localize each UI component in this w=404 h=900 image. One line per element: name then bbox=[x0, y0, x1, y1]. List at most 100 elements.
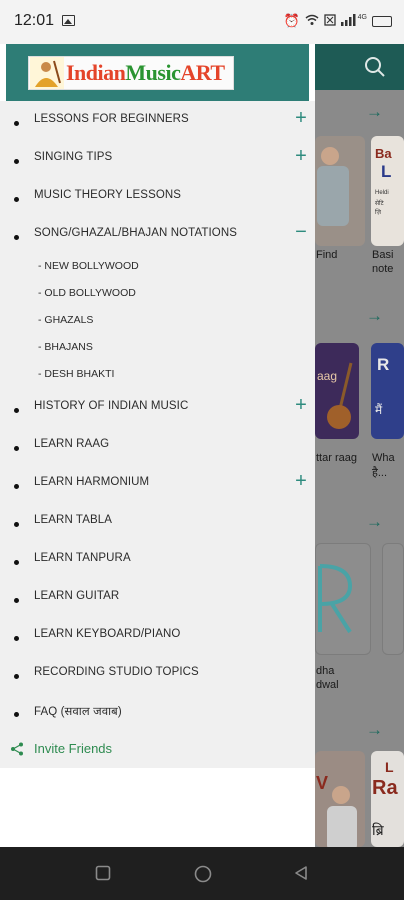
share-icon bbox=[11, 742, 23, 756]
status-icons: ⏰ 4G bbox=[283, 13, 392, 29]
menu-item-label: LEARN TABLA bbox=[34, 514, 113, 526]
menu-item-label: LESSONS FOR BEGINNERS bbox=[34, 113, 189, 125]
thumb-text: L bbox=[385, 759, 394, 775]
submenu-item-new-bollywood[interactable]: - NEW BOLLYWOOD bbox=[0, 253, 315, 280]
expand-plus-icon[interactable]: + bbox=[294, 146, 308, 166]
menu-item-label: MUSIC THEORY LESSONS bbox=[34, 189, 182, 201]
thumb-text: V bbox=[316, 773, 329, 793]
thumb-find bbox=[315, 136, 365, 246]
bullet-icon bbox=[14, 484, 19, 489]
thumb-text: सेटि bbox=[375, 201, 384, 207]
thumb-text: मैं bbox=[375, 403, 383, 417]
see-more-arrow-icon: → bbox=[366, 512, 383, 531]
bullet-icon bbox=[14, 408, 19, 413]
drawer-header: IndianMusicART bbox=[6, 44, 309, 101]
status-bar: 12:01 ⏰ 4G bbox=[0, 0, 404, 44]
thumb-text: ब्रि bbox=[372, 822, 384, 838]
bullet-icon bbox=[14, 674, 19, 679]
logo-musician-icon bbox=[30, 57, 64, 89]
bullet-icon bbox=[14, 712, 19, 717]
card-title: dwal bbox=[316, 679, 339, 691]
submenu-item-label: - DESH BHAKTI bbox=[38, 368, 115, 380]
thumb-text: aag bbox=[317, 369, 338, 383]
expand-plus-icon[interactable]: + bbox=[294, 471, 308, 491]
menu-item-song-notations[interactable]: SONG/GHAZAL/BHAJAN NOTATIONS − bbox=[0, 215, 315, 253]
submenu-item-label: - GHAZALS bbox=[38, 314, 94, 326]
submenu-item-ghazals[interactable]: - GHAZALS bbox=[0, 307, 315, 334]
data-saver-icon bbox=[324, 13, 336, 29]
network-type: 4G bbox=[357, 13, 367, 21]
bullet-icon bbox=[14, 598, 19, 603]
wifi-icon bbox=[305, 14, 319, 29]
menu-item-learn-raag[interactable]: LEARN RAAG bbox=[0, 426, 315, 464]
person-icon bbox=[327, 786, 357, 847]
thumb-avatar-r bbox=[315, 543, 371, 655]
bullet-icon bbox=[14, 560, 19, 565]
thumb-what: R मैं bbox=[371, 343, 404, 439]
card-title: Basi bbox=[372, 249, 394, 261]
bullet-icon bbox=[14, 522, 19, 527]
letter-r-icon bbox=[318, 564, 353, 634]
expand-plus-icon[interactable]: + bbox=[294, 395, 308, 415]
submenu-item-label: - OLD BOLLYWOOD bbox=[38, 287, 136, 299]
sitar-icon bbox=[327, 362, 353, 429]
menu-item-music-theory-lessons[interactable]: MUSIC THEORY LESSONS bbox=[0, 177, 315, 215]
bullet-icon bbox=[14, 159, 19, 164]
menu-item-label: RECORDING STUDIO TOPICS bbox=[34, 666, 199, 678]
submenu-item-desh-bhakti[interactable]: - DESH BHAKTI bbox=[0, 361, 315, 388]
status-time: 12:01 bbox=[14, 12, 55, 29]
invite-friends-label: Invite Friends bbox=[34, 741, 113, 756]
menu-item-learn-keyboard-piano[interactable]: LEARN KEYBOARD/PIANO bbox=[0, 616, 315, 654]
submenu-item-bhajans[interactable]: - BHAJANS bbox=[0, 334, 315, 361]
menu-item-label: LEARN TANPURA bbox=[34, 552, 131, 564]
bullet-icon bbox=[14, 446, 19, 451]
menu-item-label: LEARN HARMONIUM bbox=[34, 476, 150, 488]
menu-item-learn-tanpura[interactable]: LEARN TANPURA bbox=[0, 540, 315, 578]
menu-item-label: SONG/GHAZAL/BHAJAN NOTATIONS bbox=[34, 227, 238, 239]
collapse-minus-icon[interactable]: − bbox=[294, 222, 308, 242]
menu-item-label: LEARN RAAG bbox=[34, 438, 110, 450]
menu-item-learn-harmonium[interactable]: LEARN HARMONIUM + bbox=[0, 464, 315, 502]
back-button-icon[interactable] bbox=[293, 865, 309, 881]
bullet-icon bbox=[14, 121, 19, 126]
bullet-icon bbox=[14, 197, 19, 202]
see-more-arrow-icon: → bbox=[366, 720, 383, 739]
drawer-menu: LESSONS FOR BEGINNERS + SINGING TIPS + MUS… bbox=[0, 101, 315, 768]
thumb-card bbox=[382, 543, 404, 655]
menu-item-singing-tips[interactable]: SINGING TIPS + bbox=[0, 139, 315, 177]
card-title: Wha bbox=[372, 452, 395, 464]
card-title: Find bbox=[316, 249, 338, 261]
menu-item-label: LEARN GUITAR bbox=[34, 590, 120, 602]
card-title: है... bbox=[372, 467, 388, 479]
card-title: note bbox=[372, 263, 394, 275]
system-navigation-bar bbox=[0, 847, 404, 900]
bullet-icon bbox=[14, 235, 19, 240]
menu-item-learn-tabla[interactable]: LEARN TABLA bbox=[0, 502, 315, 540]
card-title: ttar raag bbox=[316, 452, 357, 464]
menu-item-history-of-indian-music[interactable]: HISTORY OF INDIAN MUSIC + bbox=[0, 388, 315, 426]
see-more-arrow-icon: → bbox=[366, 306, 383, 325]
menu-item-label: LEARN KEYBOARD/PIANO bbox=[34, 628, 181, 640]
app-logo: IndianMusicART bbox=[28, 56, 234, 90]
menu-item-learn-guitar[interactable]: LEARN GUITAR bbox=[0, 578, 315, 616]
gallery-notification-icon bbox=[62, 15, 75, 26]
recents-button-icon[interactable] bbox=[95, 865, 111, 881]
expand-plus-icon[interactable]: + bbox=[294, 108, 308, 128]
submenu-item-old-bollywood[interactable]: - OLD BOLLYWOOD bbox=[0, 280, 315, 307]
menu-item-label: SINGING TIPS bbox=[34, 151, 113, 163]
submenu-item-label: - NEW BOLLYWOOD bbox=[38, 260, 139, 272]
signal-icon bbox=[340, 13, 357, 29]
home-button-icon[interactable] bbox=[194, 865, 212, 883]
invite-friends-button[interactable]: Invite Friends bbox=[0, 730, 315, 768]
submenu-item-label: - BHAJANS bbox=[38, 341, 93, 353]
menu-item-faq[interactable]: FAQ (सवाल जवाब) bbox=[0, 692, 315, 730]
menu-item-recording-studio-topics[interactable]: RECORDING STUDIO TOPICS bbox=[0, 654, 315, 692]
thumb-raag: aag bbox=[315, 343, 359, 439]
menu-item-label: FAQ (सवाल जवाब) bbox=[34, 706, 122, 718]
alarm-icon: ⏰ bbox=[283, 13, 300, 28]
bullet-icon bbox=[14, 636, 19, 641]
thumb-text: L bbox=[381, 162, 392, 181]
menu-item-lessons-for-beginners[interactable]: LESSONS FOR BEGINNERS + bbox=[0, 101, 315, 139]
thumb-text: R bbox=[377, 355, 390, 374]
thumb-basic-notes: Ba L Heldi सेटि ज़ि bbox=[371, 136, 404, 246]
